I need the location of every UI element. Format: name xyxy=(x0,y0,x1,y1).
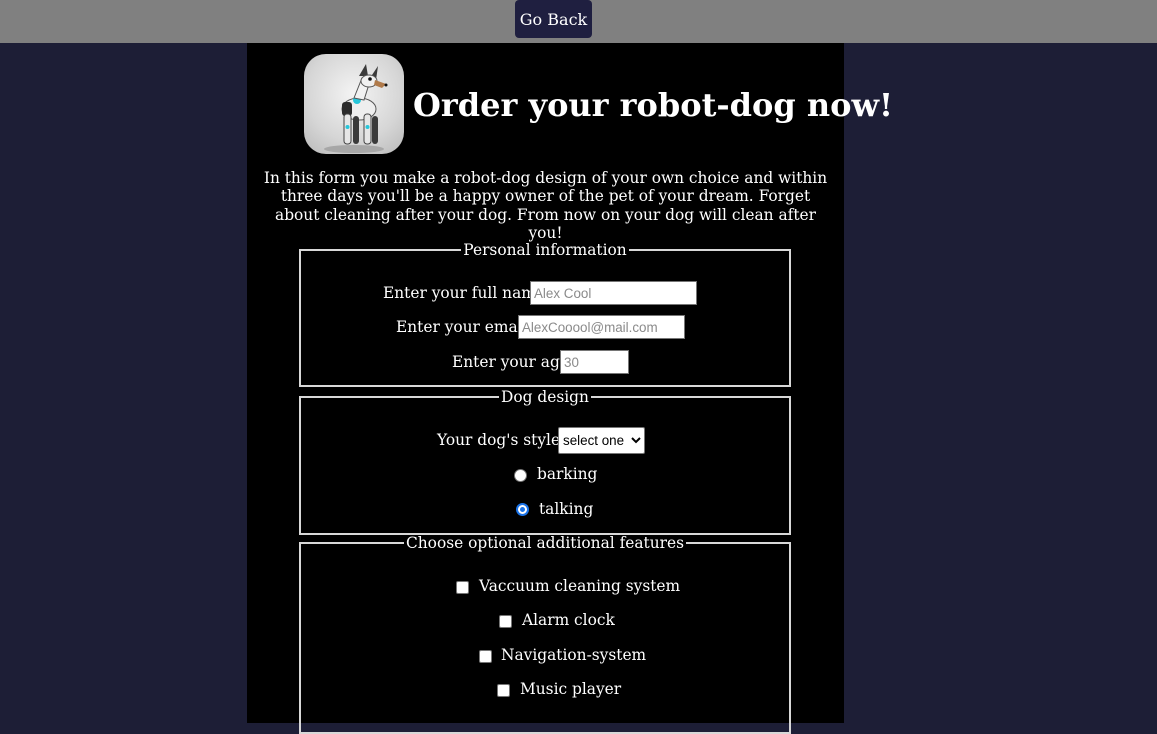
navigation-label: Navigation-system xyxy=(501,646,647,664)
barking-radio[interactable] xyxy=(514,469,527,482)
alarm-clock-label: Alarm clock xyxy=(522,611,615,629)
email-input[interactable] xyxy=(518,315,685,339)
robot-dog-logo-icon xyxy=(304,54,404,154)
order-form-panel: Order your robot-dog now! In this form y… xyxy=(247,43,894,734)
page-title: Order your robot-dog now! xyxy=(413,86,894,124)
music-player-checkbox[interactable] xyxy=(497,684,510,697)
talking-radio[interactable] xyxy=(516,503,529,516)
barking-label: barking xyxy=(537,465,598,483)
intro-text: In this form you make a robot-dog design… xyxy=(263,169,828,243)
dog-style-label: Your dog's style: xyxy=(437,431,566,449)
robot-dog-illustration xyxy=(324,64,388,153)
email-label: Enter your email: xyxy=(396,318,533,336)
personal-info-fieldset: Personal information Enter your full nam… xyxy=(299,241,791,387)
features-legend: Choose optional additional features xyxy=(405,534,685,552)
alarm-clock-checkbox[interactable] xyxy=(499,615,512,628)
features-fieldset: Choose optional additional features Vacc… xyxy=(299,534,791,734)
personal-info-legend: Personal information xyxy=(463,241,627,259)
go-back-button[interactable]: Go Back xyxy=(515,0,592,38)
navigation-checkbox[interactable] xyxy=(479,650,492,663)
dog-design-fieldset: Dog design Your dog's style: select one … xyxy=(299,388,791,535)
vacuum-checkbox[interactable] xyxy=(456,581,469,594)
full-name-input[interactable] xyxy=(530,281,697,305)
music-player-label: Music player xyxy=(520,680,622,698)
age-input[interactable] xyxy=(560,350,629,374)
dog-design-legend: Dog design xyxy=(501,388,589,406)
dog-style-select[interactable]: select one xyxy=(558,427,645,454)
top-bar: Go Back xyxy=(0,0,1157,43)
talking-label: talking xyxy=(539,500,594,518)
age-label: Enter your age: xyxy=(452,353,575,371)
vacuum-label: Vaccuum cleaning system xyxy=(479,577,681,595)
full-name-label: Enter your full name: xyxy=(383,284,551,302)
